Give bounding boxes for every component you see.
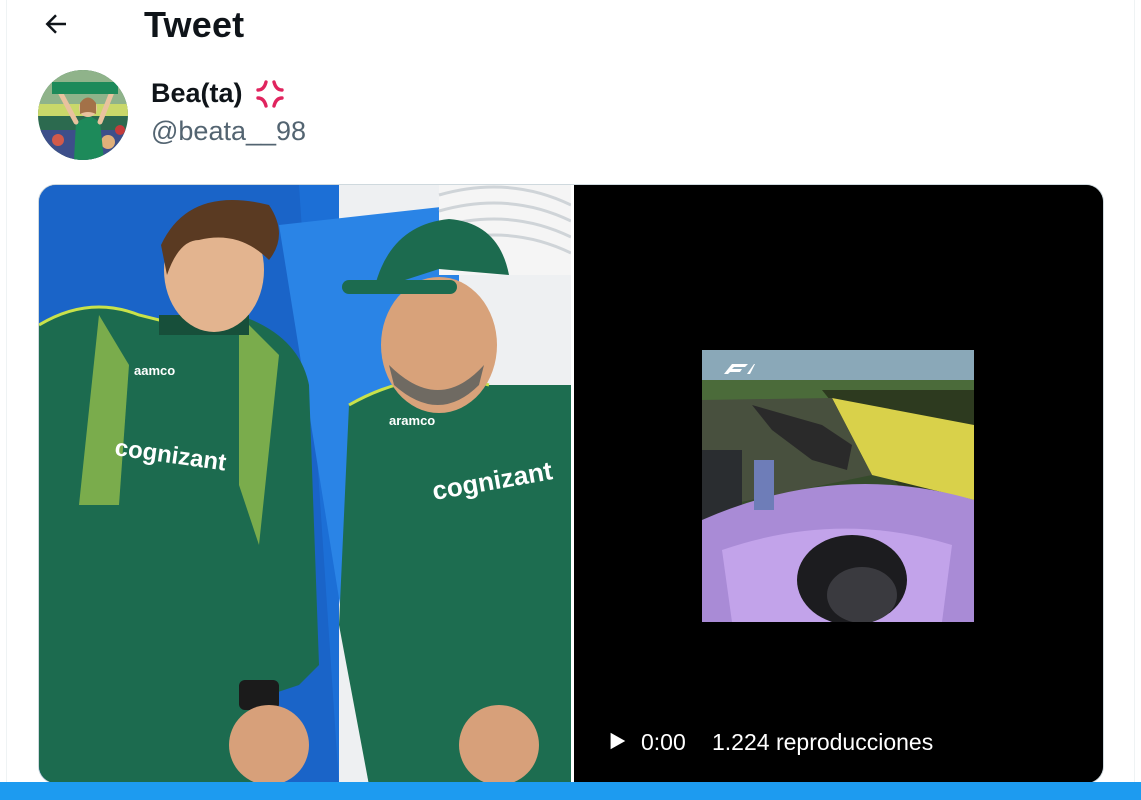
back-button[interactable] xyxy=(34,4,78,44)
f1-logo-icon xyxy=(724,364,755,374)
drivers-photo: cognizant cognizant aamco aramco xyxy=(39,185,571,783)
svg-text:aramco: aramco xyxy=(389,413,435,428)
avatar-image xyxy=(38,70,128,160)
tweet-media: cognizant cognizant aamco aramco 0:00 1.… xyxy=(38,184,1104,784)
avatar[interactable] xyxy=(38,70,128,160)
svg-text:aamco: aamco xyxy=(134,363,175,378)
tweet-video[interactable]: 0:00 1.224 reproducciones xyxy=(574,185,1103,783)
page-title: Tweet xyxy=(144,4,245,45)
tweet-header: Tweet xyxy=(0,0,1141,50)
bottom-banner xyxy=(0,782,1141,800)
display-name[interactable]: Bea(ta) xyxy=(151,78,243,109)
arrow-left-icon xyxy=(45,14,66,34)
play-icon xyxy=(610,732,626,750)
play-button[interactable] xyxy=(604,728,630,754)
anger-symbol-icon xyxy=(256,80,284,108)
user-handle[interactable]: @beata__98 xyxy=(151,116,306,147)
tweet-photo[interactable]: cognizant cognizant aamco aramco xyxy=(39,185,571,783)
video-thumbnail xyxy=(702,350,974,622)
video-time: 0:00 xyxy=(641,729,686,755)
onboard-camera-frame xyxy=(702,350,974,622)
view-count: 1.224 reproducciones xyxy=(712,729,934,755)
